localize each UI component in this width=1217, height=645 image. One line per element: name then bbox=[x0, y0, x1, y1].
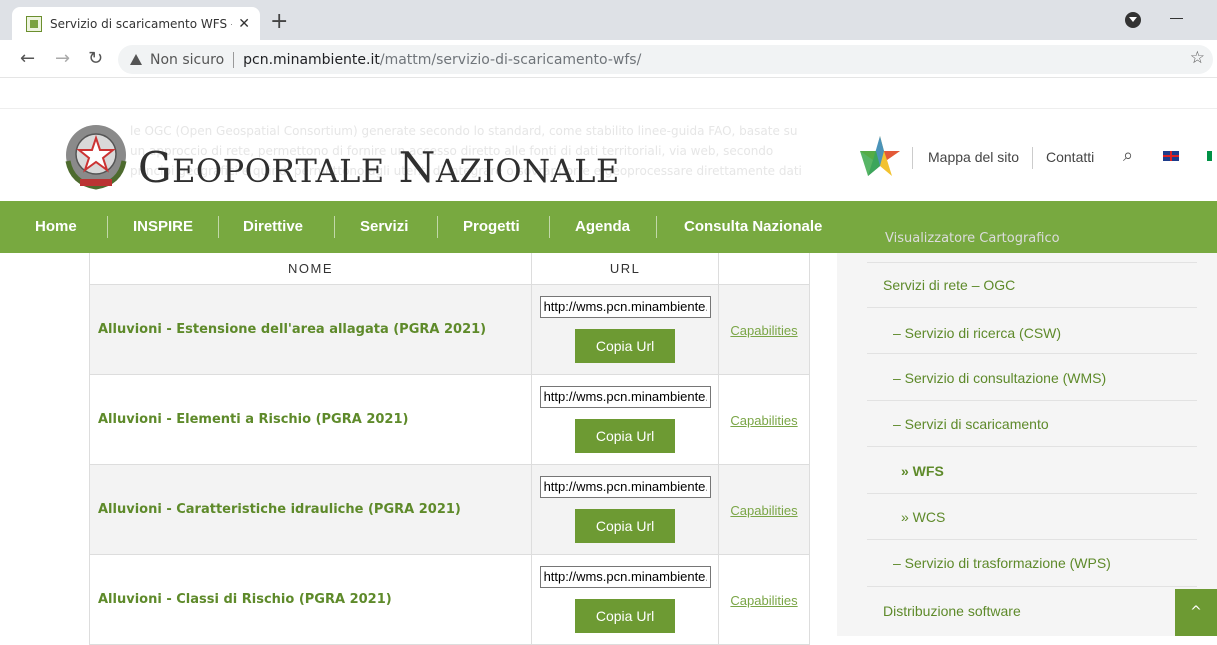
service-url-field[interactable] bbox=[539, 565, 711, 588]
address-bar: ← → ↻ Non sicuro pcn.minambiente.it/matt… bbox=[0, 40, 1217, 78]
sidebar-divider bbox=[867, 586, 1197, 587]
reload-icon[interactable]: ↻ bbox=[88, 48, 103, 69]
capabilities-link[interactable]: Capabilities bbox=[730, 413, 797, 428]
capabilities-link[interactable]: Capabilities bbox=[730, 503, 797, 518]
site-title-initial-1: G bbox=[138, 143, 173, 192]
sidebar-divider bbox=[867, 353, 1197, 354]
insecure-label: Non sicuro bbox=[150, 51, 225, 68]
table-header-row: NOME URL bbox=[88, 253, 810, 285]
sidebar-item-wfs[interactable]: » WFS bbox=[901, 463, 944, 479]
capabilities-link[interactable]: Capabilities bbox=[730, 323, 797, 338]
url-cell: Copia Url bbox=[531, 553, 720, 645]
header-divider bbox=[912, 147, 913, 169]
url-cell: Copia Url bbox=[531, 283, 720, 375]
column-header-url: URL bbox=[531, 253, 720, 285]
nav-progetti[interactable]: Progetti bbox=[463, 201, 520, 253]
nav-divider bbox=[437, 216, 438, 238]
new-tab-button[interactable]: + bbox=[270, 9, 288, 34]
sitemap-link[interactable]: Mappa del sito bbox=[928, 149, 1019, 165]
capabilities-cell: Capabilities bbox=[718, 463, 810, 555]
contacts-link[interactable]: Contatti bbox=[1046, 149, 1094, 165]
sidebar-item-wps[interactable]: – Servizio di trasformazione (WPS) bbox=[893, 555, 1111, 571]
sidebar-item-wms[interactable]: – Servizio di consultazione (WMS) bbox=[893, 370, 1106, 386]
sidebar-divider bbox=[867, 539, 1197, 540]
tab-title: Servizio di scaricamento WFS - G bbox=[50, 16, 233, 31]
nav-divider bbox=[107, 216, 108, 238]
table-row: Alluvioni - Classi di Rischio (PGRA 2021… bbox=[88, 553, 810, 645]
service-url-field[interactable] bbox=[539, 475, 711, 498]
sidebar-item-servizi-rete[interactable]: Servizi di rete – OGC bbox=[883, 277, 1015, 293]
bookmark-star-icon[interactable]: ☆ bbox=[1190, 48, 1205, 68]
copy-url-button[interactable]: Copia Url bbox=[575, 598, 676, 633]
forward-arrow-icon[interactable]: → bbox=[55, 48, 70, 69]
nav-divider bbox=[656, 216, 657, 238]
capabilities-link[interactable]: Capabilities bbox=[730, 593, 797, 608]
url-field[interactable]: Non sicuro pcn.minambiente.it/mattm/serv… bbox=[118, 45, 1213, 74]
site-title[interactable]: GEOPORTALE NAZIONALE bbox=[138, 143, 620, 192]
service-url-field[interactable] bbox=[539, 385, 711, 408]
sidebar-divider bbox=[867, 446, 1197, 447]
sidebar-item-distribuzione-software[interactable]: Distribuzione software bbox=[883, 603, 1021, 619]
sidebar-divider bbox=[867, 262, 1197, 263]
nav-inspire[interactable]: INSPIRE bbox=[133, 201, 193, 253]
table-row: Alluvioni - Estensione dell'area allagat… bbox=[88, 283, 810, 375]
nav-agenda[interactable]: Agenda bbox=[575, 201, 630, 253]
nav-divider bbox=[549, 216, 550, 238]
copy-url-button[interactable]: Copia Url bbox=[575, 328, 676, 363]
nav-divider bbox=[218, 216, 219, 238]
favicon-icon bbox=[26, 15, 42, 32]
star-logo-icon bbox=[860, 136, 900, 176]
site-title-initial-2: N bbox=[398, 143, 436, 192]
url-separator bbox=[233, 51, 235, 68]
url-host: pcn.minambiente.it bbox=[243, 51, 380, 68]
close-icon[interactable]: ✕ bbox=[238, 16, 250, 32]
nav-divider bbox=[334, 216, 335, 238]
uk-flag-icon[interactable] bbox=[1163, 151, 1179, 161]
sidebar: Visualizzatore Cartografico Servizi di r… bbox=[837, 231, 1217, 636]
search-icon[interactable]: ⌕ bbox=[1123, 145, 1133, 166]
services-table: NOME URL Alluvioni - Estensione dell'are… bbox=[88, 253, 810, 645]
service-name: Alluvioni - Estensione dell'area allagat… bbox=[88, 283, 533, 375]
capabilities-cell: Capabilities bbox=[718, 373, 810, 465]
sidebar-item-scaricamento[interactable]: – Servizi di scaricamento bbox=[893, 416, 1049, 432]
italy-flag-icon[interactable] bbox=[1207, 151, 1212, 161]
capabilities-cell: Capabilities bbox=[718, 553, 810, 645]
nav-consulta-nazionale[interactable]: Consulta Nazionale bbox=[684, 201, 822, 253]
minimize-icon[interactable] bbox=[1170, 18, 1183, 19]
sidebar-divider bbox=[867, 493, 1197, 494]
header-divider bbox=[1032, 147, 1033, 169]
site-title-word-1: EOPORTALE bbox=[172, 152, 385, 190]
profile-menu-icon[interactable] bbox=[1125, 12, 1141, 28]
sidebar-divider bbox=[867, 400, 1197, 401]
back-arrow-icon[interactable]: ← bbox=[20, 48, 35, 69]
site-title-word-2: AZIONALE bbox=[435, 152, 620, 190]
table-row: Alluvioni - Elementi a Rischio (PGRA 202… bbox=[88, 373, 810, 465]
column-header-nome: NOME bbox=[88, 253, 533, 285]
browser-tab[interactable]: Servizio di scaricamento WFS - G ✕ bbox=[12, 7, 260, 40]
browser-tabbar: Servizio di scaricamento WFS - G ✕ + bbox=[0, 0, 1217, 40]
emblem-icon bbox=[65, 125, 127, 190]
copy-url-button[interactable]: Copia Url bbox=[575, 508, 676, 543]
nav-home[interactable]: Home bbox=[35, 201, 77, 253]
capabilities-cell: Capabilities bbox=[718, 283, 810, 375]
chevron-up-icon[interactable]: ^ bbox=[1175, 589, 1217, 636]
sidebar-item-csw[interactable]: – Servizio di ricerca (CSW) bbox=[893, 325, 1061, 341]
table-row: Alluvioni - Caratteristiche idrauliche (… bbox=[88, 463, 810, 555]
nav-direttive[interactable]: Direttive bbox=[243, 201, 303, 253]
service-name: Alluvioni - Caratteristiche idrauliche (… bbox=[88, 463, 533, 555]
url-cell: Copia Url bbox=[531, 373, 720, 465]
copy-url-button[interactable]: Copia Url bbox=[575, 418, 676, 453]
url-path: /mattm/servizio-di-scaricamento-wfs/ bbox=[379, 51, 642, 68]
warning-icon bbox=[130, 54, 142, 65]
url-cell: Copia Url bbox=[531, 463, 720, 555]
sidebar-item-wcs[interactable]: » WCS bbox=[901, 509, 945, 525]
nav-servizi[interactable]: Servizi bbox=[360, 201, 408, 253]
site-header: le OGC (Open Geospatial Consortium) gene… bbox=[0, 108, 1217, 200]
sidebar-ghost-text: Visualizzatore Cartografico bbox=[885, 231, 1060, 246]
service-name: Alluvioni - Elementi a Rischio (PGRA 202… bbox=[88, 373, 533, 465]
column-header-capabilities bbox=[718, 253, 810, 285]
service-name: Alluvioni - Classi di Rischio (PGRA 2021… bbox=[88, 553, 533, 645]
sidebar-divider bbox=[867, 307, 1197, 308]
service-url-field[interactable] bbox=[539, 295, 711, 318]
